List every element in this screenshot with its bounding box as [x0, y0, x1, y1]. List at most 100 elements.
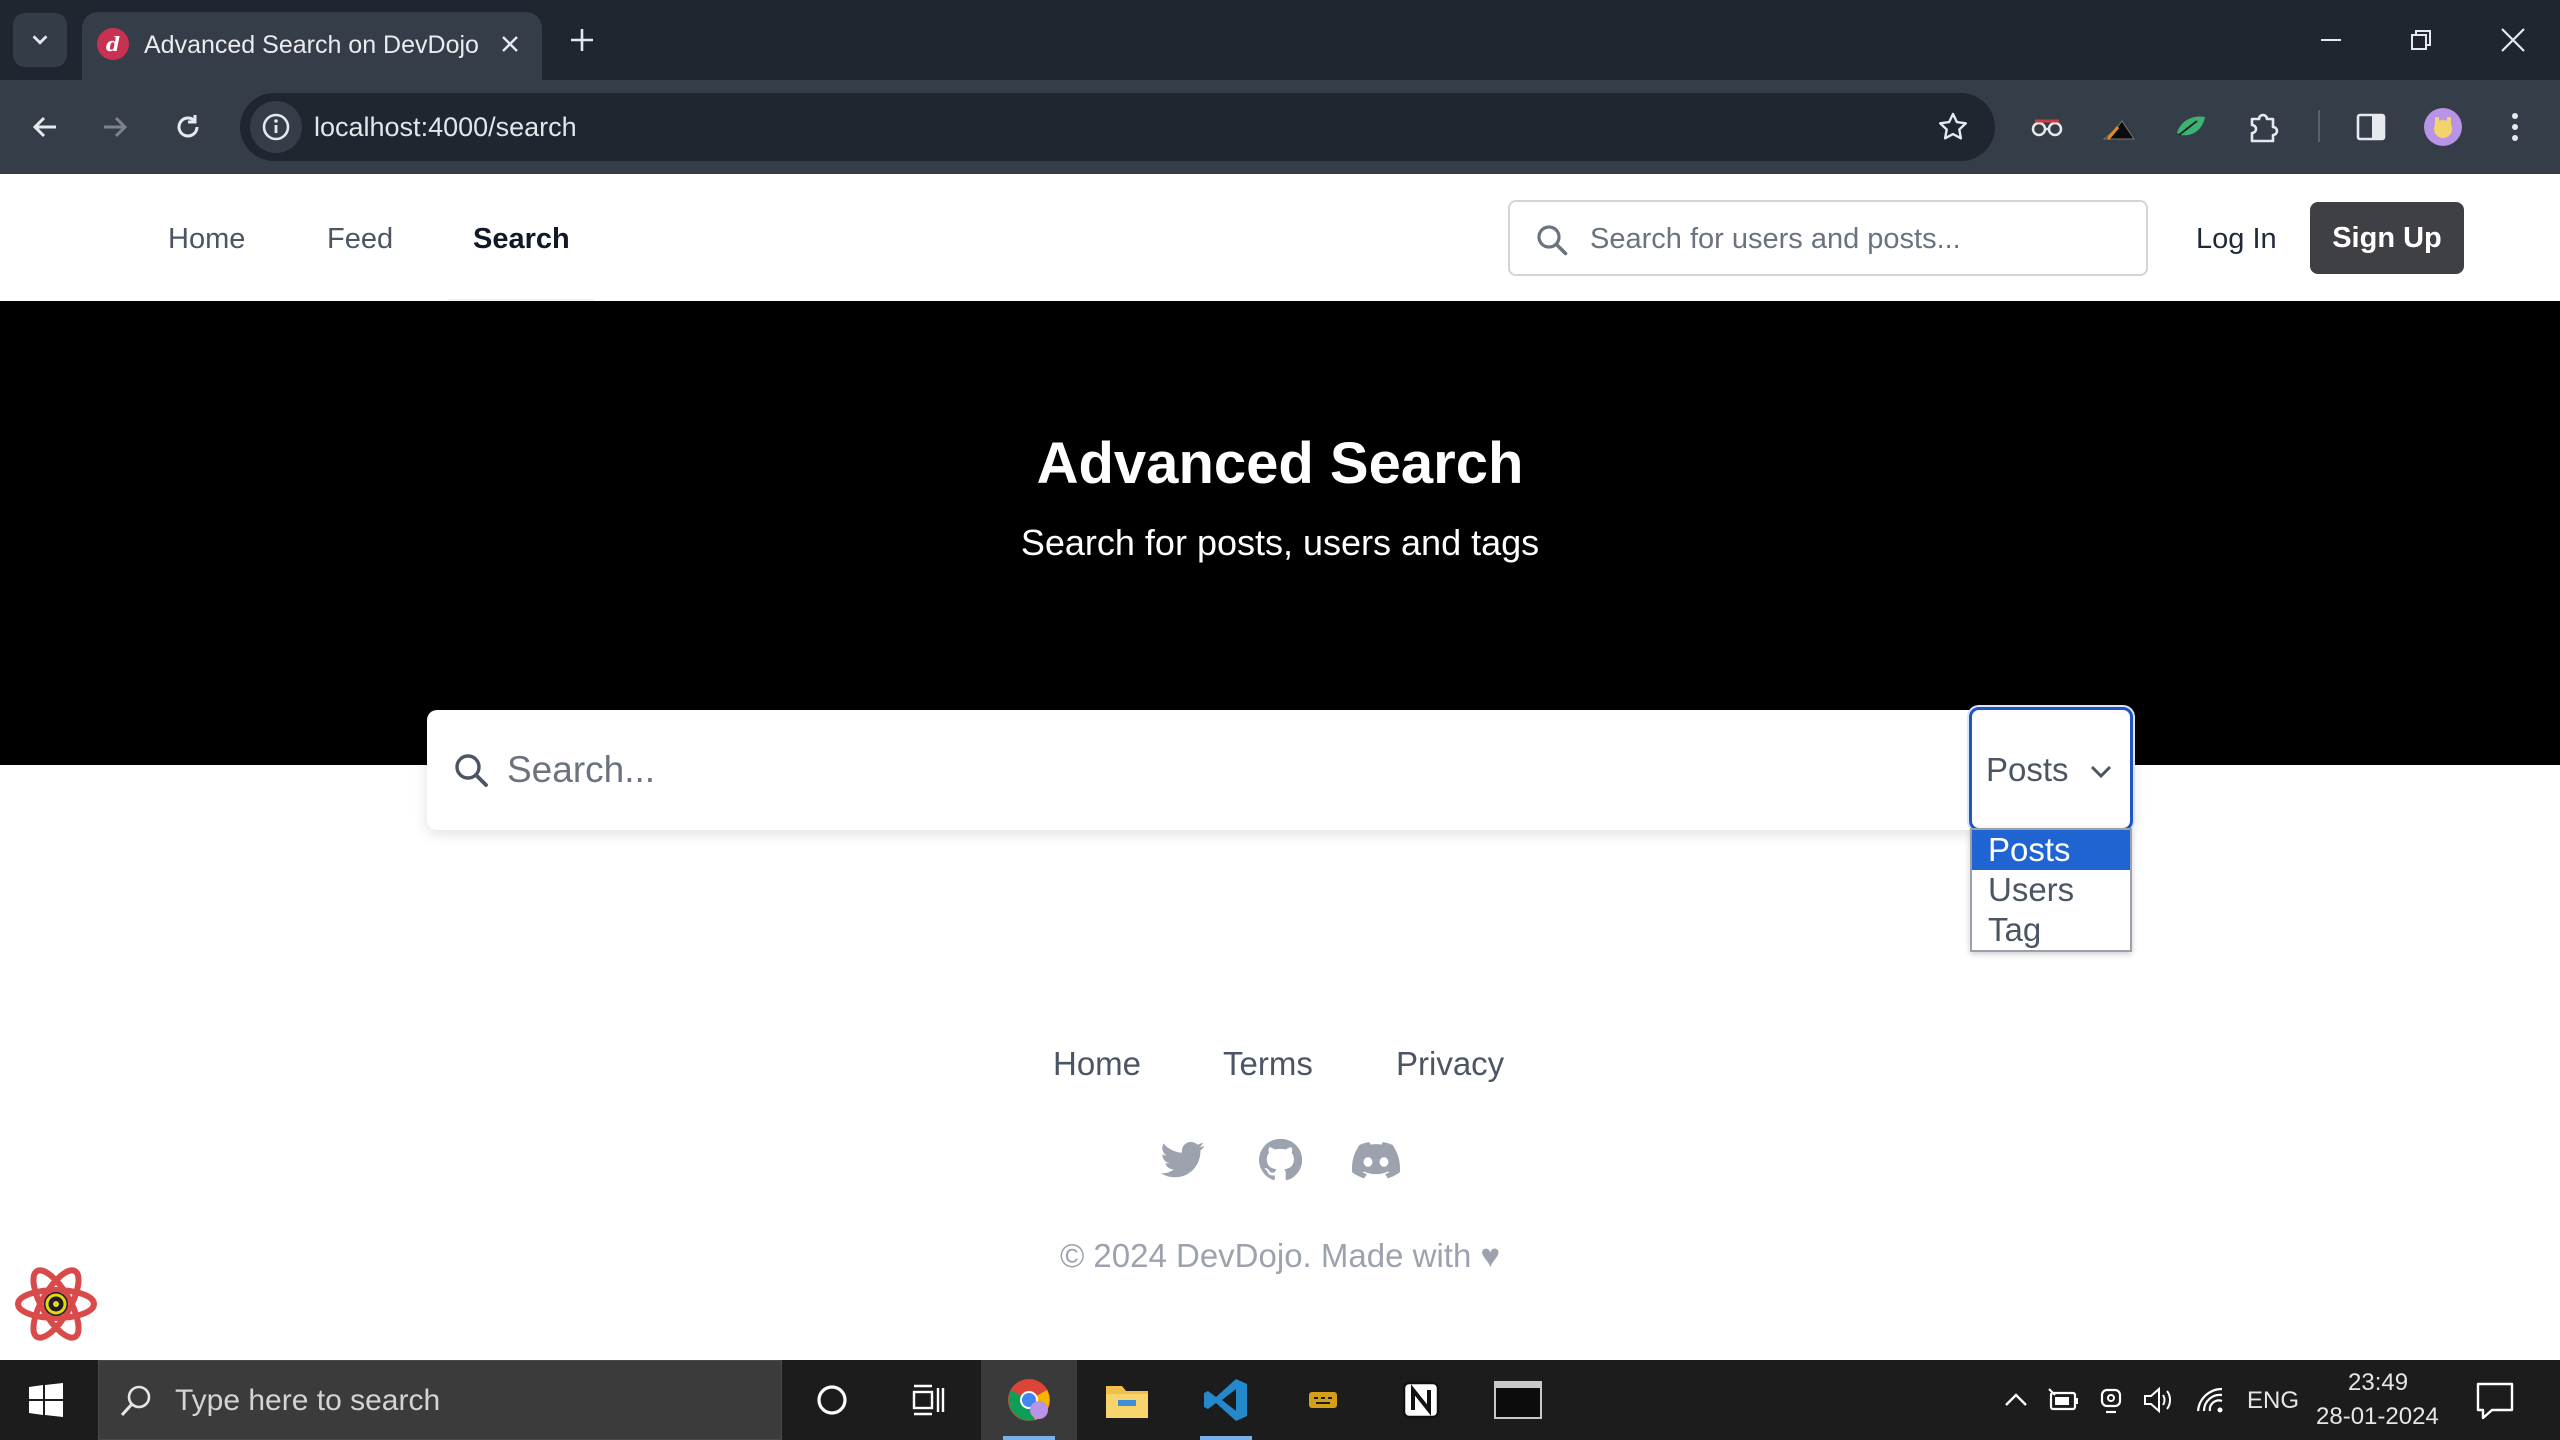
header-search-input[interactable]	[1590, 216, 2130, 262]
start-button[interactable]	[20, 1376, 72, 1424]
chevron-down-icon	[32, 35, 48, 45]
nav-feed[interactable]: Feed	[327, 222, 393, 256]
twitter-link[interactable]	[1157, 1134, 1209, 1186]
task-view-button[interactable]	[880, 1360, 976, 1440]
folder-icon	[1106, 1386, 1148, 1418]
back-button[interactable]	[20, 102, 70, 152]
page-subtitle: Search for posts, users and tags	[1020, 522, 1540, 563]
plus-icon	[571, 29, 593, 51]
minimize-button[interactable]	[2286, 0, 2376, 80]
cortana-button[interactable]	[784, 1360, 880, 1440]
browser-tab-bar: d Advanced Search on DevDojo	[0, 0, 2560, 80]
discord-link[interactable]	[1350, 1134, 1402, 1186]
github-icon	[1259, 1138, 1302, 1181]
site-header: Home Feed Search Log In Sign Up	[0, 174, 2560, 302]
vscode-icon	[1204, 1379, 1247, 1421]
taskbar-keyboard-app[interactable]	[1275, 1360, 1371, 1440]
advanced-search-box: Posts	[427, 707, 2133, 831]
close-icon	[2501, 28, 2525, 52]
reload-icon	[177, 115, 199, 138]
close-icon	[502, 36, 518, 52]
forward-button[interactable]	[90, 102, 140, 152]
arrow-left-icon	[32, 116, 56, 138]
volume-icon[interactable]	[2138, 1380, 2178, 1420]
extensions-puzzle-icon[interactable]	[2240, 104, 2286, 150]
windows-logo-icon	[29, 1383, 63, 1417]
url-text: localhost:4000/search	[314, 112, 577, 142]
devdojo-favicon: d	[97, 28, 129, 60]
heart-icon: ♥	[1480, 1237, 1501, 1274]
language-indicator[interactable]: ENG	[2247, 1386, 2299, 1416]
windows-taskbar: Type here to search ENG 23:49 28-01-2024	[0, 1360, 2560, 1440]
open-app-indicator	[1200, 1436, 1252, 1440]
wifi-icon[interactable]	[2190, 1380, 2230, 1420]
taskbar-file-explorer[interactable]	[1079, 1360, 1175, 1440]
reload-button[interactable]	[163, 102, 213, 152]
signup-button[interactable]: Sign Up	[2310, 202, 2464, 274]
advanced-search-input[interactable]	[507, 740, 1607, 800]
new-tab-button[interactable]	[560, 18, 604, 62]
keyboard-icon	[1309, 1392, 1337, 1408]
taskbar-vscode[interactable]	[1178, 1360, 1274, 1440]
taskbar-chrome[interactable]	[981, 1360, 1077, 1440]
option-users[interactable]: Users	[1972, 870, 2130, 910]
twitter-icon	[1161, 1141, 1205, 1178]
toolbar-divider	[2318, 110, 2320, 142]
profile-avatar-icon[interactable]	[2420, 104, 2466, 150]
search-type-dropdown: Posts Users Tag	[1970, 828, 2132, 952]
restore-icon	[2411, 30, 2431, 50]
terminal-icon	[1494, 1381, 1542, 1419]
browser-tab[interactable]: d Advanced Search on DevDojo	[82, 12, 542, 80]
login-link[interactable]: Log In	[2196, 222, 2277, 256]
taskbar-terminal[interactable]	[1470, 1360, 1566, 1440]
chevron-up-icon	[2005, 1393, 2027, 1406]
clock-date[interactable]: 28-01-2024	[2316, 1402, 2439, 1432]
option-tag[interactable]: Tag	[1972, 910, 2130, 950]
taskbar-notion[interactable]	[1373, 1360, 1469, 1440]
chrome-icon	[1008, 1379, 1050, 1421]
side-panel-icon[interactable]	[2348, 104, 2394, 150]
footer-link-terms[interactable]: Terms	[1223, 1044, 1313, 1084]
header-search-box[interactable]	[1508, 200, 2148, 276]
search-type-select[interactable]: Posts	[1969, 707, 2133, 831]
tab-search-button[interactable]	[13, 13, 67, 67]
react-logo-icon[interactable]	[14, 1264, 98, 1342]
nav-home[interactable]: Home	[168, 222, 245, 256]
search-icon	[455, 754, 488, 787]
page-title: Advanced Search	[1036, 431, 1524, 496]
extension-hat-icon[interactable]	[2096, 104, 2142, 150]
browser-menu-icon[interactable]	[2492, 104, 2538, 150]
show-hidden-icons-button[interactable]	[1996, 1380, 2036, 1420]
browser-toolbar: localhost:4000/search	[0, 80, 2560, 174]
battery-icon[interactable]	[2044, 1380, 2084, 1420]
extension-leaf-icon[interactable]	[2168, 104, 2214, 150]
minimize-icon	[2321, 39, 2341, 41]
arrow-right-icon	[104, 116, 128, 138]
extension-glasses-icon[interactable]	[2024, 104, 2070, 150]
task-view-icon	[912, 1384, 945, 1416]
nav-search[interactable]: Search	[473, 222, 570, 256]
copyright-text: © 2024 DevDojo. Made with ♥	[0, 1236, 2560, 1276]
copyright-label: © 2024 DevDojo. Made with	[1059, 1237, 1472, 1274]
site-info-button[interactable]	[250, 101, 302, 153]
github-link[interactable]	[1254, 1134, 1306, 1186]
bookmark-button[interactable]	[1933, 107, 1973, 147]
tab-close-button[interactable]	[492, 26, 528, 62]
taskbar-search-placeholder: Type here to search	[175, 1384, 441, 1417]
restore-button[interactable]	[2376, 0, 2466, 80]
notification-icon[interactable]	[2472, 1378, 2518, 1424]
info-icon	[262, 113, 290, 141]
taskbar-search-box[interactable]: Type here to search	[98, 1360, 782, 1440]
tab-title: Advanced Search on DevDojo	[144, 31, 479, 59]
footer-link-home[interactable]: Home	[1053, 1044, 1141, 1084]
address-bar[interactable]: localhost:4000/search	[240, 93, 1995, 161]
footer-link-privacy[interactable]: Privacy	[1396, 1044, 1504, 1084]
cortana-icon	[817, 1385, 847, 1415]
option-posts[interactable]: Posts	[1972, 830, 2130, 870]
clock-time[interactable]: 23:49	[2348, 1368, 2408, 1398]
search-type-value: Posts	[1986, 751, 2069, 788]
notion-icon	[1402, 1381, 1440, 1419]
close-window-button[interactable]	[2468, 0, 2558, 80]
search-icon	[120, 1385, 151, 1417]
meet-now-icon[interactable]	[2092, 1380, 2132, 1420]
